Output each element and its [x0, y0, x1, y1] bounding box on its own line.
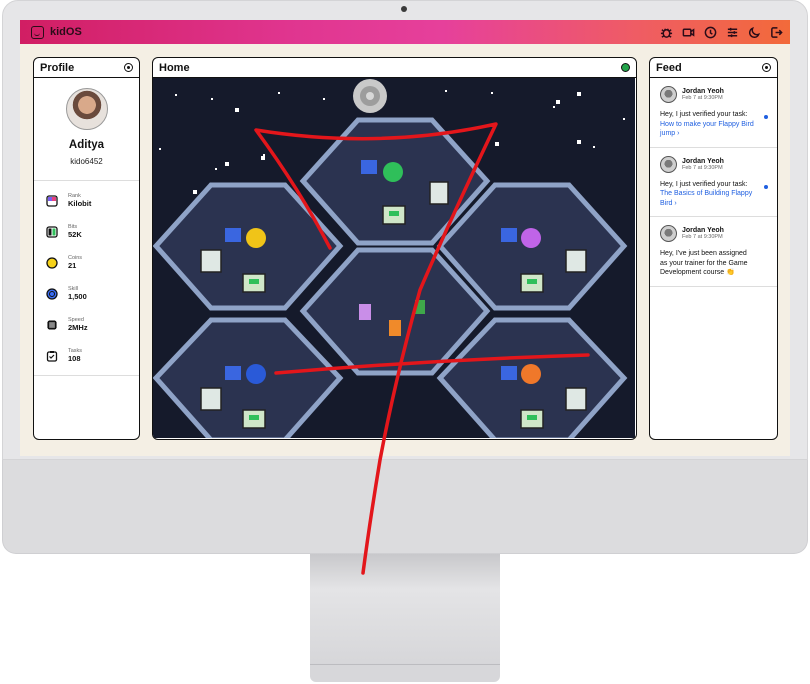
- tasks-icon: [46, 350, 58, 362]
- feed-title: Feed: [656, 61, 682, 74]
- stat-bits: Bits 52K: [34, 216, 139, 247]
- imac-stand-foot: [310, 664, 500, 682]
- feed-message: Hey, I just verified your task: How to m…: [660, 110, 756, 139]
- moon-icon[interactable]: [746, 24, 762, 40]
- logout-icon[interactable]: [768, 24, 784, 40]
- bug-icon[interactable]: [658, 24, 674, 40]
- feed-time: Feb 7 at 9:30PM: [682, 234, 723, 240]
- stat-value: 21: [68, 261, 77, 270]
- imac-chin: [2, 460, 808, 554]
- stat-value: 52K: [68, 230, 82, 239]
- clock-icon[interactable]: [702, 24, 718, 40]
- stat-speed: Speed 2MHz: [34, 309, 139, 340]
- bits-icon: [46, 225, 58, 238]
- settings-icon[interactable]: [124, 63, 133, 72]
- sliders-icon[interactable]: [724, 24, 740, 40]
- profile-bottom-divider: [34, 375, 139, 376]
- os-brand: kidOS: [50, 26, 82, 38]
- avatar[interactable]: [65, 88, 108, 130]
- feed-item[interactable]: Jordan Yeoh Feb 7 at 9:30PM Hey, I just v…: [650, 148, 777, 217]
- chevron-right-icon: ›: [672, 199, 677, 207]
- unread-dot-icon: [764, 184, 768, 189]
- home-panel-header: Home: [153, 58, 636, 78]
- stat-value: Kilobit: [68, 199, 92, 208]
- feed-message: Hey, I just verified your task: The Basi…: [660, 180, 756, 209]
- feed-text: Hey, I just verified your task:: [660, 180, 748, 188]
- home-title: Home: [159, 61, 190, 74]
- chevron-right-icon: ›: [675, 130, 680, 137]
- chip-icon: [47, 319, 57, 330]
- feed-time: Feb 7 at 9:30PM: [682, 95, 723, 101]
- stat-value: 1,500: [68, 292, 87, 301]
- avatar: [660, 86, 677, 103]
- stat-rank: Rank Kilobit: [34, 185, 139, 216]
- feed-panel: Feed Jordan Yeoh Feb 7 at 9:30PM Hey, I j…: [649, 57, 778, 440]
- feed-text: Hey, I've just been assigned as your tra…: [660, 250, 748, 276]
- online-status-icon: [621, 63, 630, 72]
- game-canvas[interactable]: [153, 78, 635, 438]
- kidos-logo-icon[interactable]: [31, 25, 44, 39]
- video-icon[interactable]: [680, 24, 696, 40]
- feed-item[interactable]: Jordan Yeoh Feb 7 at 9:30PM Hey, I just v…: [650, 78, 777, 148]
- feed-panel-header: Feed: [650, 58, 777, 78]
- stat-value: 108: [68, 354, 81, 363]
- moon-sprite: [353, 79, 387, 113]
- profile-panel: Profile Aditya kido6452 Rank Kilobit Bits…: [33, 57, 140, 440]
- profile-title: Profile: [40, 61, 75, 74]
- unread-dot-icon: [764, 115, 768, 119]
- coin-icon: [46, 256, 58, 269]
- skill-icon: [46, 287, 58, 300]
- topbar-icons: [658, 24, 784, 40]
- home-panel: Home: [152, 57, 637, 440]
- stat-skill: Skill 1,500: [34, 278, 139, 309]
- settings-icon[interactable]: [762, 63, 771, 72]
- avatar: [660, 225, 677, 242]
- feed-item[interactable]: Jordan Yeoh Feb 7 at 9:30PM Hey, I've jus…: [650, 217, 777, 287]
- feed-time: Feb 7 at 9:30PM: [682, 164, 723, 171]
- imac-stand: [310, 554, 500, 672]
- profile-username: kido6452: [70, 157, 103, 166]
- avatar: [660, 155, 677, 173]
- imac-mockup: kidOS Profile Aditya kido6452 Rank Kilob…: [0, 0, 810, 684]
- feed-message: Hey, I've just been assigned as your tra…: [660, 249, 756, 278]
- feed-author: Jordan Yeoh: [682, 157, 724, 165]
- profile-stats: Rank Kilobit Bits 52K Coins 21 Skill 1,500 S…: [34, 181, 139, 371]
- feed-author: Jordan Yeoh: [682, 227, 724, 234]
- rank-icon: [46, 194, 58, 207]
- profile-name: Aditya: [68, 139, 105, 151]
- stat-coins: Coins 21: [34, 247, 139, 278]
- camera-icon: [401, 6, 407, 12]
- stat-value: 2MHz: [68, 323, 88, 332]
- feed-author: Jordan Yeoh: [682, 88, 724, 95]
- feed-text: Hey, I just verified your task:: [660, 111, 748, 118]
- screen: kidOS Profile Aditya kido6452 Rank Kilob…: [20, 20, 790, 456]
- profile-panel-header: Profile: [34, 58, 139, 78]
- os-topbar: kidOS: [20, 20, 790, 44]
- stat-tasks: Tasks 108: [34, 340, 139, 371]
